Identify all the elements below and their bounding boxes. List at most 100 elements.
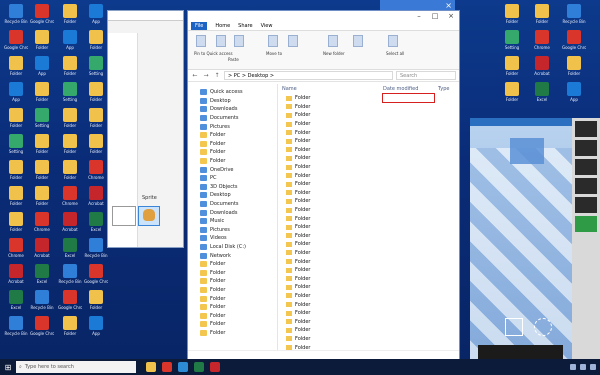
- tab-share[interactable]: Share: [238, 23, 252, 29]
- tool-button[interactable]: [575, 178, 597, 194]
- minimize-icon[interactable]: –: [411, 11, 427, 21]
- file-row[interactable]: Folder: [278, 257, 459, 266]
- desktop-icon[interactable]: Folder: [58, 160, 82, 180]
- nav-item[interactable]: Folder: [188, 303, 277, 312]
- file-row[interactable]: Folder: [278, 180, 459, 189]
- file-row[interactable]: Folder: [278, 197, 459, 206]
- taskbar-search[interactable]: ⌕ Type here to search: [16, 361, 136, 373]
- nav-item[interactable]: Desktop: [188, 191, 277, 200]
- desktop-icon[interactable]: Excel: [4, 290, 28, 310]
- nav-item[interactable]: Folder: [188, 329, 277, 338]
- nav-item[interactable]: 3D Objects: [188, 183, 277, 192]
- desktop-icon[interactable]: Recycle Bin: [84, 238, 108, 258]
- nav-item[interactable]: Desktop: [188, 97, 277, 106]
- chrome-icon[interactable]: [162, 362, 172, 372]
- tool-button[interactable]: [575, 140, 597, 156]
- green-tool-button[interactable]: [575, 216, 597, 232]
- desktop-icon[interactable]: App: [58, 30, 82, 50]
- desktop-icon[interactable]: Folder: [4, 186, 28, 206]
- file-explorer-icon[interactable]: [146, 362, 156, 372]
- desktop-icon[interactable]: Excel: [58, 238, 82, 258]
- nav-item[interactable]: Folder: [188, 148, 277, 157]
- desktop-icon[interactable]: Recycle Bin: [30, 290, 54, 310]
- copy-icon[interactable]: [216, 35, 226, 47]
- desktop-icon[interactable]: Google Chrome: [4, 30, 28, 50]
- desktop-icon[interactable]: Chrome: [30, 212, 54, 232]
- nav-item[interactable]: Folder: [188, 140, 277, 149]
- file-row[interactable]: Folder: [278, 249, 459, 258]
- nav-item[interactable]: Folder: [188, 157, 277, 166]
- desktop-icon[interactable]: Folder: [84, 134, 108, 154]
- tool-button[interactable]: [575, 159, 597, 175]
- file-row[interactable]: Folder: [278, 309, 459, 318]
- tab-file[interactable]: File: [191, 21, 208, 30]
- file-row[interactable]: Folder: [278, 154, 459, 163]
- nav-item[interactable]: Videos: [188, 234, 277, 243]
- desktop-icon[interactable]: Recycle Bin: [4, 316, 28, 336]
- desktop-icon[interactable]: Google Chrome: [58, 290, 82, 310]
- nav-item[interactable]: Downloads: [188, 208, 277, 217]
- desktop-icon[interactable]: App: [562, 82, 586, 102]
- file-row[interactable]: Folder: [278, 223, 459, 232]
- sprite-thumbnail[interactable]: [112, 206, 136, 226]
- close-icon[interactable]: ×: [443, 11, 459, 21]
- file-row[interactable]: Folder: [278, 266, 459, 275]
- file-row[interactable]: Folder: [278, 317, 459, 326]
- sprite-thumbnail-selected[interactable]: [138, 206, 160, 226]
- column-date[interactable]: Date modified: [379, 86, 434, 92]
- rotate-icon[interactable]: [534, 318, 552, 336]
- tray-icon[interactable]: [590, 364, 596, 370]
- file-row[interactable]: Folder: [278, 171, 459, 180]
- desktop-icon[interactable]: Folder: [30, 30, 54, 50]
- desktop-icon[interactable]: Folder: [30, 186, 54, 206]
- desktop-icon[interactable]: Folder: [58, 4, 82, 24]
- desktop-icon[interactable]: Folder: [562, 56, 586, 76]
- paste-icon[interactable]: [234, 35, 244, 47]
- nav-item[interactable]: Folder: [188, 260, 277, 269]
- tool-button[interactable]: [575, 197, 597, 213]
- pin-icon[interactable]: [196, 35, 206, 47]
- nav-item[interactable]: Local Disk (C:): [188, 243, 277, 252]
- file-row[interactable]: Folder: [278, 128, 459, 137]
- windows-start-icon[interactable]: ⊞: [0, 359, 16, 375]
- excel-icon[interactable]: [194, 362, 204, 372]
- address-path[interactable]: > PC > Desktop >: [224, 71, 393, 80]
- nav-item[interactable]: Documents: [188, 114, 277, 123]
- desktop-icon[interactable]: Google Chrome: [562, 30, 586, 50]
- nav-item[interactable]: Folder: [188, 320, 277, 329]
- desktop-icon[interactable]: Acrobat: [530, 56, 554, 76]
- desktop-icon[interactable]: Setting: [30, 108, 54, 128]
- desktop-icon[interactable]: Chrome: [84, 160, 108, 180]
- file-row[interactable]: Folder: [278, 120, 459, 129]
- nav-item[interactable]: Downloads: [188, 105, 277, 114]
- nav-item[interactable]: PC: [188, 174, 277, 183]
- edge-icon[interactable]: [178, 362, 188, 372]
- desktop-icon[interactable]: Acrobat: [30, 238, 54, 258]
- desktop-icon[interactable]: Excel: [84, 212, 108, 232]
- nav-item[interactable]: Folder: [188, 286, 277, 295]
- tray-icon[interactable]: [570, 364, 576, 370]
- desktop-icon[interactable]: Recycle Bin: [58, 264, 82, 284]
- desktop-icon[interactable]: Folder: [500, 82, 524, 102]
- desktop-icon[interactable]: Acrobat: [58, 212, 82, 232]
- desktop-icon[interactable]: Recycle Bin: [4, 4, 28, 24]
- desktop-icon[interactable]: Acrobat: [4, 264, 28, 284]
- desktop-icon[interactable]: Folder: [30, 134, 54, 154]
- nav-item[interactable]: Quick access: [188, 88, 277, 97]
- desktop-icon[interactable]: Folder: [58, 108, 82, 128]
- file-row[interactable]: Folder: [278, 163, 459, 172]
- desktop-icon[interactable]: Folder: [84, 30, 108, 50]
- open-icon[interactable]: [388, 35, 398, 47]
- file-row[interactable]: Folder: [278, 326, 459, 335]
- desktop-icon[interactable]: Setting: [4, 134, 28, 154]
- move-to-icon[interactable]: [268, 35, 278, 47]
- desktop-icon[interactable]: Folder: [500, 56, 524, 76]
- nav-item[interactable]: Folder: [188, 268, 277, 277]
- tab-home[interactable]: Home: [215, 23, 230, 29]
- desktop-icon[interactable]: Google Chrome: [30, 316, 54, 336]
- file-row[interactable]: Folder: [278, 137, 459, 146]
- desktop-icon[interactable]: Folder: [4, 56, 28, 76]
- nav-item[interactable]: Folder: [188, 294, 277, 303]
- search-input[interactable]: Search: [396, 71, 456, 80]
- desktop-icon[interactable]: Chrome: [4, 238, 28, 258]
